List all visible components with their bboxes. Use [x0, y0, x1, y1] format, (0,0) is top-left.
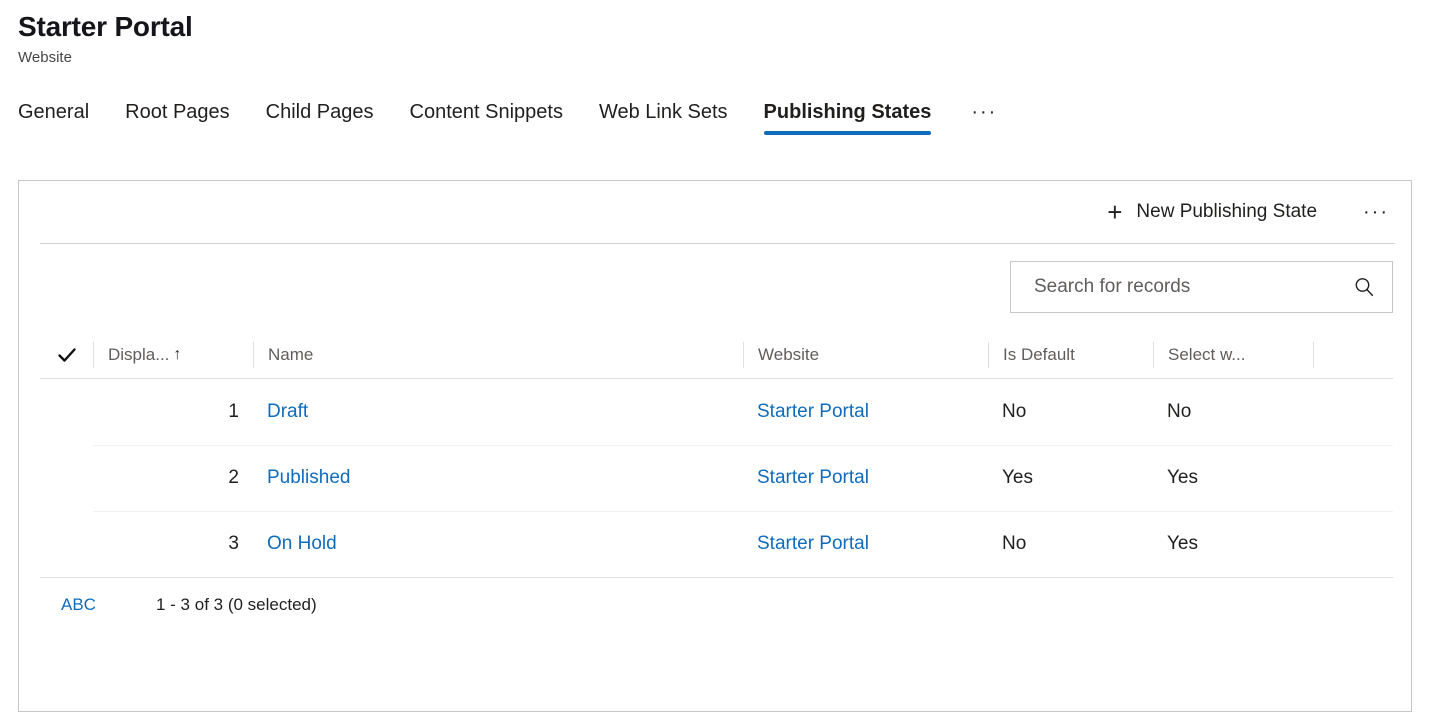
new-publishing-state-button[interactable]: + New Publishing State — [1101, 197, 1323, 227]
column-header-website[interactable]: Website — [743, 342, 988, 368]
cell-display-order: 1 — [228, 401, 239, 422]
command-bar: + New Publishing State ··· — [19, 181, 1411, 243]
publishing-states-panel: + New Publishing State ··· Search for re… — [18, 180, 1412, 712]
tab-general[interactable]: General — [18, 99, 107, 135]
tab-content-snippets[interactable]: Content Snippets — [392, 99, 581, 135]
column-header-display-order[interactable]: Displa... ↑ — [93, 342, 253, 368]
grid-footer: ABC 1 - 3 of 3 (0 selected) — [40, 578, 1393, 632]
table-row[interactable]: 1 Draft Starter Portal No No — [40, 379, 1393, 445]
search-input[interactable] — [1032, 275, 1352, 299]
cell-is-default: No — [1002, 401, 1027, 422]
cell-select-w: No — [1167, 401, 1192, 422]
column-header-select-w-label: Select w... — [1168, 345, 1246, 364]
cell-is-default: Yes — [1002, 467, 1033, 488]
column-header-is-default[interactable]: Is Default — [988, 342, 1153, 368]
cell-name-link[interactable]: On Hold — [253, 533, 743, 555]
tab-root-pages[interactable]: Root Pages — [107, 99, 248, 135]
page-header: Starter Portal Website — [0, 0, 1430, 68]
sort-ascending-icon: ↑ — [173, 346, 182, 363]
page-title: Starter Portal — [18, 11, 193, 42]
cell-website-link[interactable]: Starter Portal — [743, 467, 988, 489]
column-header-end-divider — [1313, 342, 1318, 368]
cell-select-w: Yes — [1167, 533, 1198, 554]
column-header-website-label: Website — [758, 345, 820, 364]
command-bar-overflow-icon[interactable]: ··· — [1357, 197, 1395, 228]
jump-bar-button[interactable]: ABC — [61, 595, 156, 615]
cell-display-order: 2 — [228, 467, 239, 488]
checkmark-icon — [57, 348, 76, 362]
tab-child-pages[interactable]: Child Pages — [248, 99, 392, 135]
cell-website-link[interactable]: Starter Portal — [743, 533, 988, 555]
table-row[interactable]: 3 On Hold Starter Portal No Yes — [40, 511, 1393, 577]
add-icon: + — [1107, 197, 1123, 227]
table-row[interactable]: 2 Published Starter Portal Yes Yes — [40, 445, 1393, 511]
new-publishing-state-label: New Publishing State — [1136, 201, 1318, 222]
column-header-is-default-label: Is Default — [1003, 345, 1075, 364]
search-icon[interactable] — [1352, 275, 1376, 299]
cell-website-link[interactable]: Starter Portal — [743, 401, 988, 423]
cell-select-w: Yes — [1167, 467, 1198, 488]
column-header-name[interactable]: Name — [253, 342, 743, 368]
search-row — [19, 244, 1411, 313]
page-subtitle: Website — [18, 49, 72, 66]
tab-strip: General Root Pages Child Pages Content S… — [0, 89, 1430, 135]
tab-publishing-states[interactable]: Publishing States — [746, 99, 950, 135]
select-all-checkbox[interactable] — [40, 344, 93, 366]
search-box[interactable] — [1010, 261, 1393, 313]
column-header-select-w[interactable]: Select w... — [1153, 342, 1313, 368]
column-header-name-label: Name — [268, 345, 314, 364]
cell-display-order: 3 — [228, 533, 239, 554]
tab-overflow-icon[interactable]: ··· — [949, 99, 1011, 135]
cell-name-link[interactable]: Draft — [253, 401, 743, 423]
record-count-label: 1 - 3 of 3 (0 selected) — [156, 595, 317, 614]
records-grid: Displa... ↑ Name Website Is Default Sele… — [40, 332, 1393, 632]
grid-header-row: Displa... ↑ Name Website Is Default Sele… — [40, 332, 1393, 379]
tab-web-link-sets[interactable]: Web Link Sets — [581, 99, 746, 135]
column-header-display-order-label: Displa... — [108, 345, 170, 364]
grid-body: 1 Draft Starter Portal No No 2 Published… — [40, 379, 1393, 578]
cell-name-link[interactable]: Published — [253, 467, 743, 489]
cell-is-default: No — [1002, 533, 1027, 554]
